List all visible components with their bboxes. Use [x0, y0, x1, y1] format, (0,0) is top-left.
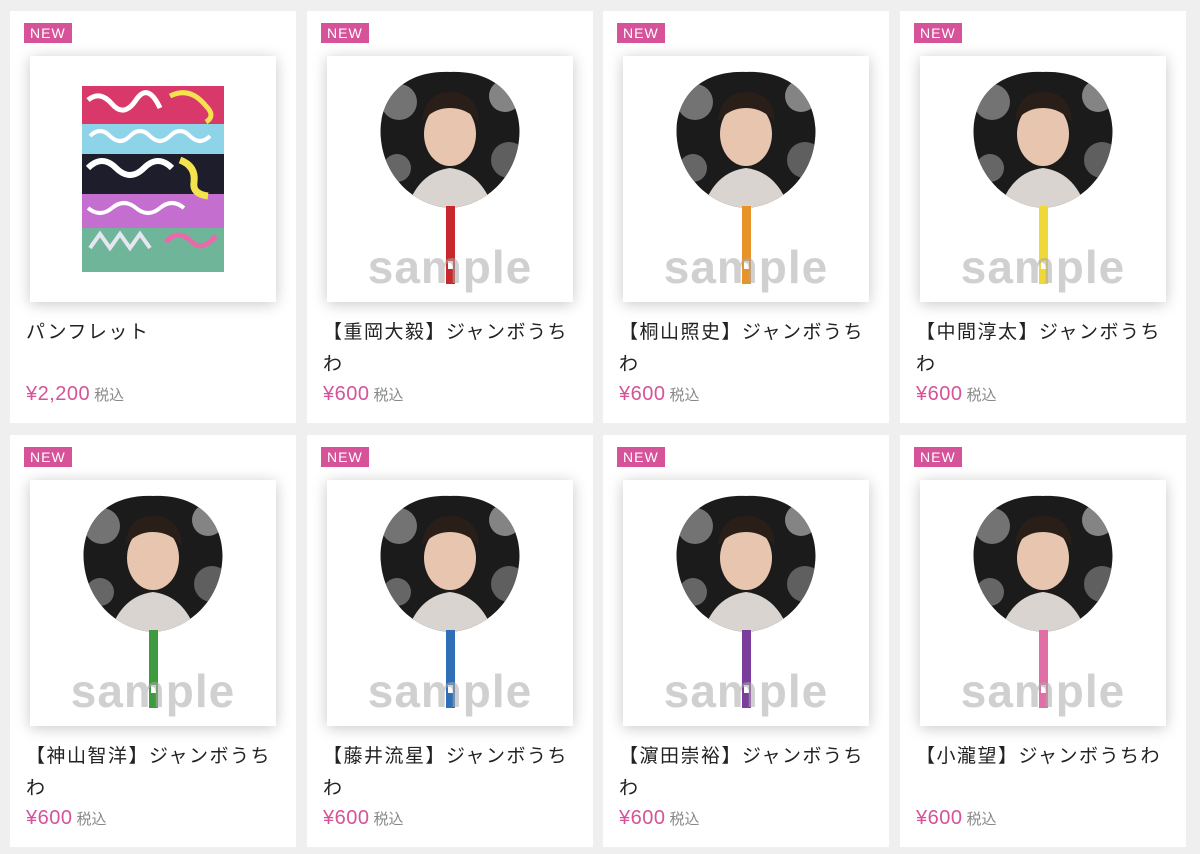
- uchiwa-image[interactable]: sample: [30, 480, 276, 726]
- sample-watermark: sample: [70, 665, 236, 717]
- price-row: ¥600 税込: [619, 383, 700, 409]
- product-title[interactable]: パンフレット: [26, 316, 288, 348]
- product-card[interactable]: NEW sample 【小瀧望】ジャンボうちわ ¥600 税込: [900, 435, 1186, 847]
- tax-label: 税込: [76, 810, 107, 828]
- tax-label: 税込: [669, 810, 700, 828]
- uchiwa-image[interactable]: sample: [920, 56, 1166, 302]
- price-row: ¥600 税込: [619, 807, 700, 833]
- product-price: ¥2,200: [26, 383, 91, 405]
- product-title[interactable]: 【中間淳太】ジャンボうちわ: [916, 316, 1178, 380]
- new-badge: NEW: [24, 447, 72, 467]
- new-badge: NEW: [617, 447, 665, 467]
- sample-watermark: sample: [960, 241, 1126, 293]
- new-badge: NEW: [914, 23, 962, 43]
- tax-label: 税込: [966, 386, 997, 404]
- sample-watermark: sample: [367, 241, 533, 293]
- price-row: ¥600 税込: [323, 807, 404, 833]
- new-badge: NEW: [914, 447, 962, 467]
- new-badge: NEW: [24, 23, 72, 43]
- product-card[interactable]: NEW sample 【濵田崇裕】ジャンボうちわ ¥600 税込: [603, 435, 889, 847]
- product-title[interactable]: 【神山智洋】ジャンボうちわ: [26, 740, 288, 804]
- tax-label: 税込: [373, 386, 404, 404]
- tax-label: 税込: [669, 386, 700, 404]
- price-row: ¥600 税込: [916, 383, 997, 409]
- sample-watermark: sample: [367, 665, 533, 717]
- product-card[interactable]: NEW sample 【重岡大毅】ジャンボうちわ ¥600 税込: [307, 11, 593, 423]
- sample-watermark: sample: [663, 665, 829, 717]
- product-price: ¥600: [916, 383, 963, 405]
- product-price: ¥600: [619, 807, 666, 829]
- uchiwa-image[interactable]: sample: [623, 480, 869, 726]
- price-row: ¥600 税込: [323, 383, 404, 409]
- product-price: ¥600: [916, 807, 963, 829]
- product-price: ¥600: [323, 383, 370, 405]
- pamphlet-image[interactable]: [30, 56, 276, 302]
- product-card[interactable]: NEW sample 【藤井流星】ジャンボうちわ ¥600 税込: [307, 435, 593, 847]
- tax-label: 税込: [966, 810, 997, 828]
- product-price: ¥600: [323, 807, 370, 829]
- product-price: ¥600: [26, 807, 73, 829]
- uchiwa-image[interactable]: sample: [920, 480, 1166, 726]
- price-row: ¥2,200 税込: [26, 383, 124, 409]
- uchiwa-image[interactable]: sample: [327, 56, 573, 302]
- new-badge: NEW: [617, 23, 665, 43]
- uchiwa-image[interactable]: sample: [327, 480, 573, 726]
- product-card[interactable]: NEW sample 【桐山照史】ジャンボうちわ ¥600 税込: [603, 11, 889, 423]
- price-row: ¥600 税込: [26, 807, 107, 833]
- new-badge: NEW: [321, 447, 369, 467]
- uchiwa-image[interactable]: sample: [623, 56, 869, 302]
- tax-label: 税込: [94, 386, 125, 404]
- product-title[interactable]: 【小瀧望】ジャンボうちわ: [916, 740, 1178, 772]
- product-price: ¥600: [619, 383, 666, 405]
- new-badge: NEW: [321, 23, 369, 43]
- product-grid: NEW パンフレット ¥2,200 税込 NEW sample 【重岡大毅】ジャンボうちわ ¥…: [0, 0, 1200, 854]
- product-card[interactable]: NEW sample 【中間淳太】ジャンボうちわ ¥600 税込: [900, 11, 1186, 423]
- sample-watermark: sample: [663, 241, 829, 293]
- tax-label: 税込: [373, 810, 404, 828]
- product-title[interactable]: 【桐山照史】ジャンボうちわ: [619, 316, 881, 380]
- sample-watermark: sample: [960, 665, 1126, 717]
- product-card[interactable]: NEW パンフレット ¥2,200 税込: [10, 11, 296, 423]
- product-title[interactable]: 【濵田崇裕】ジャンボうちわ: [619, 740, 881, 804]
- product-card[interactable]: NEW sample 【神山智洋】ジャンボうちわ ¥600 税込: [10, 435, 296, 847]
- price-row: ¥600 税込: [916, 807, 997, 833]
- product-title[interactable]: 【重岡大毅】ジャンボうちわ: [323, 316, 585, 380]
- product-title[interactable]: 【藤井流星】ジャンボうちわ: [323, 740, 585, 804]
